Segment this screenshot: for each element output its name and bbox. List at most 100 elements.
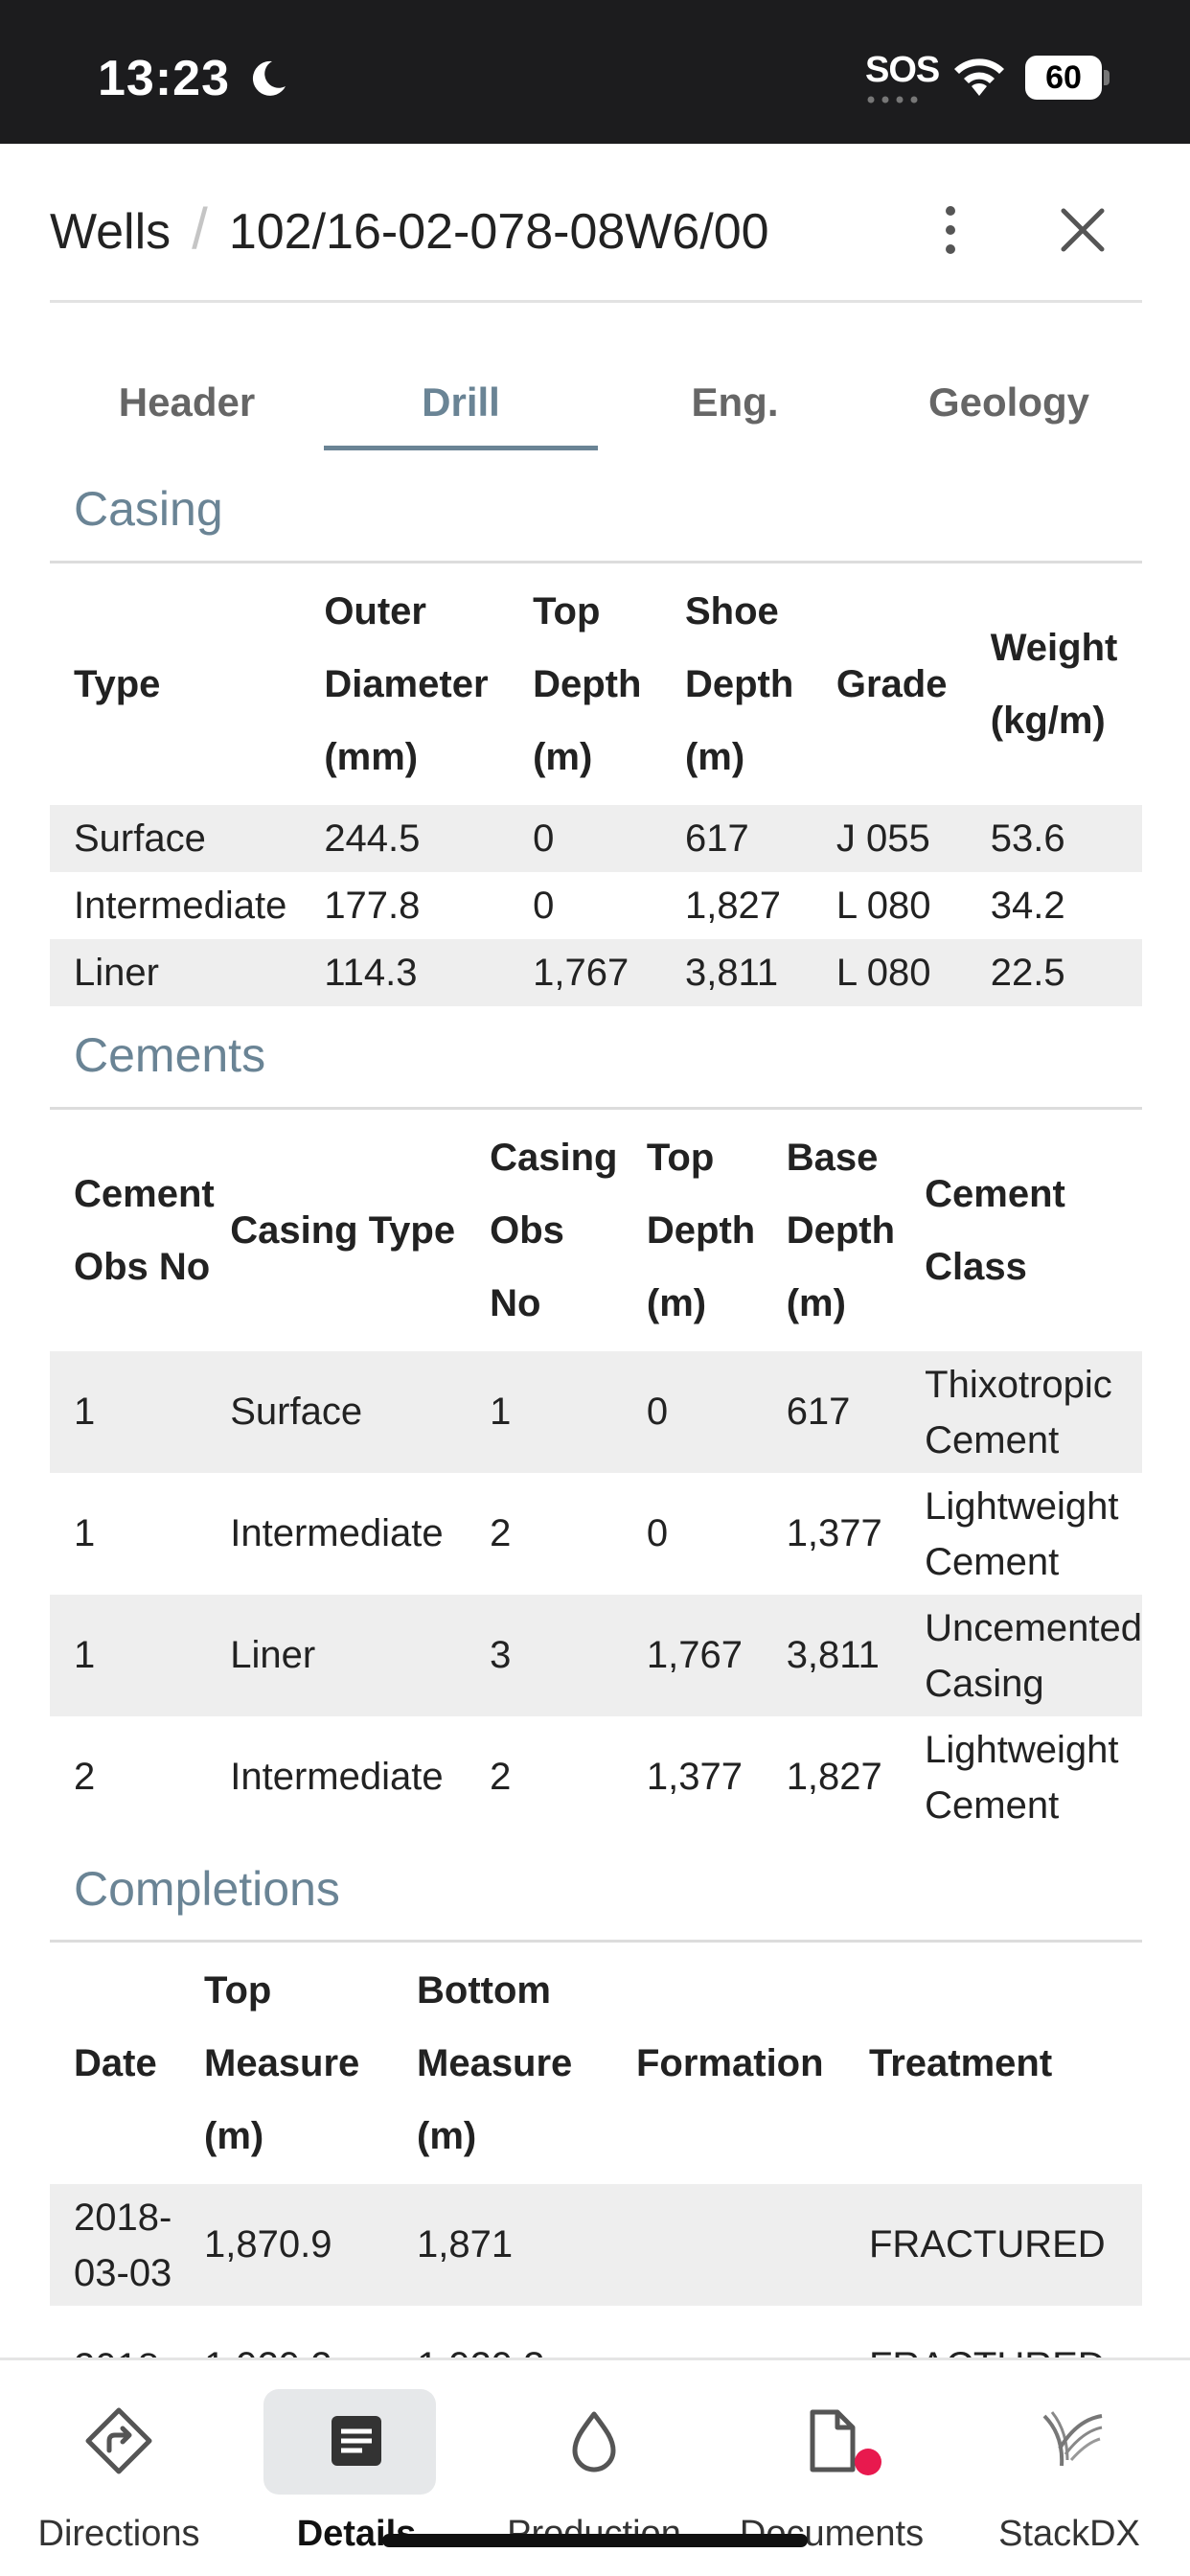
table-row: Intermediate 177.8 0 1,827 L 080 34.2	[50, 872, 1142, 939]
column-header: No	[490, 1282, 541, 1324]
column-header: Base	[786, 1137, 879, 1179]
completions-header-row: Date Top Measure (m) Bottom Measure (m) Form…	[50, 1943, 1142, 2184]
column-header: Treatment	[869, 2042, 1053, 2084]
table-cell: 34.2	[990, 884, 1065, 927]
column-header: Top	[533, 590, 601, 632]
table-row: Liner 114.3 1,767 3,811 L 080 22.5	[50, 939, 1142, 1006]
details-icon	[332, 2416, 381, 2466]
sos-indicator: SOS	[865, 50, 940, 90]
signal-dots-icon	[867, 96, 918, 104]
column-header: Measure	[417, 2042, 573, 2084]
table-cell: 1	[50, 1351, 231, 1473]
cements-table: Cement Obs No Casing Type Casing Obs No Top…	[50, 1110, 1142, 1838]
table-cell: 1,827	[786, 1756, 882, 1798]
table-cell: 1,929.3	[417, 2306, 636, 2358]
table-cell: 53.6	[990, 805, 1142, 872]
column-header: Cement	[925, 1173, 1065, 1215]
table-row: 2018- 03-03 1,870.9 1,871 FRACTURED	[50, 2184, 1142, 2306]
table-cell: 3	[490, 1595, 647, 1716]
column-header: Casing	[490, 1137, 618, 1179]
table-cell: 1,377	[646, 1756, 744, 1798]
nav-stackdx[interactable]: StackDX	[950, 2360, 1188, 2576]
table-cell: Intermediate	[74, 884, 287, 927]
stackdx-logo-icon	[1042, 2411, 1103, 2467]
table-cell: Intermediate	[230, 1512, 444, 1554]
breadcrumb-wells[interactable]: Wells	[50, 204, 171, 260]
column-header: Bottom	[417, 1969, 551, 2012]
table-cell: 617	[786, 1351, 926, 1473]
completions-table-container[interactable]: Date Top Measure (m) Bottom Measure (m) Form…	[50, 1940, 1142, 2358]
table-row: 1 Surface 1 0 617 Thixotropic Cement	[50, 1351, 1142, 1473]
nav-directions[interactable]: Directions	[0, 2360, 238, 2576]
cements-section-title: Cements	[74, 1028, 266, 1082]
table-cell: 3,811	[786, 1595, 926, 1716]
table-cell: 617	[684, 805, 836, 872]
table-cell: 1,767	[646, 1595, 787, 1716]
table-cell: Liner	[230, 1595, 491, 1716]
column-header: Date	[74, 2042, 157, 2084]
table-cell: Liner	[50, 939, 325, 1006]
table-cell: 2	[490, 1512, 512, 1554]
casing-table-container[interactable]: Type Outer Diameter (mm) Top Depth (m) Shoe D…	[50, 561, 1142, 1006]
column-header: Obs	[490, 1209, 564, 1252]
column-header: Depth	[786, 1209, 896, 1252]
table-cell: L 080	[835, 939, 991, 1006]
breadcrumb-well-id: 102/16-02-078-08W6/00	[228, 204, 769, 260]
cements-header-row: Cement Obs No Casing Type Casing Obs No Top…	[50, 1110, 1142, 1351]
column-header: Outer	[324, 590, 426, 632]
table-cell: 1	[74, 1512, 96, 1554]
table-row: 1 Intermediate 2 0 1,377 Lightweight Ceme…	[50, 1473, 1142, 1595]
more-options-icon[interactable]	[931, 201, 970, 259]
wifi-icon	[954, 58, 1004, 96]
status-bar: 13:23 SOS 60	[0, 0, 1190, 144]
column-header: Casing Type	[230, 1209, 456, 1252]
table-cell: J 055	[835, 805, 991, 872]
drop-icon	[572, 2411, 616, 2472]
table-row: 2018- 1,929.2 1,929.3 FRACTURED	[50, 2306, 1142, 2358]
column-header: (m)	[204, 2115, 264, 2157]
table-cell: Surface	[230, 1351, 491, 1473]
tab-drill[interactable]: Drill	[324, 355, 598, 450]
column-header: Depth	[533, 663, 642, 705]
table-cell: Intermediate	[230, 1756, 444, 1798]
column-header: Top	[646, 1137, 715, 1179]
column-header: (m)	[417, 2115, 477, 2157]
table-cell: 1,870.9	[204, 2184, 417, 2306]
breadcrumb: Wells / 102/16-02-078-08W6/00	[50, 196, 769, 262]
table-cell: 0	[533, 805, 685, 872]
close-icon[interactable]	[1056, 203, 1110, 257]
detail-tabs: Header Drill Eng. Geology	[50, 355, 1142, 450]
casing-table: Type Outer Diameter (mm) Top Depth (m) Shoe D…	[50, 564, 1142, 1006]
nav-label: StackDX	[998, 2514, 1140, 2554]
table-cell: 114.3	[324, 939, 534, 1006]
table-cell: 1,827	[684, 884, 782, 927]
tab-geology[interactable]: Geology	[872, 355, 1146, 450]
table-cell: 2018- 03-03	[50, 2184, 204, 2306]
casing-header-row: Type Outer Diameter (mm) Top Depth (m) Shoe D…	[50, 564, 1142, 805]
casing-section-title: Casing	[74, 482, 223, 536]
tab-header[interactable]: Header	[50, 355, 324, 450]
table-cell: 2	[490, 1756, 512, 1798]
battery-icon: 60	[1025, 56, 1110, 100]
table-cell: Thixotropic Cement	[925, 1351, 1142, 1473]
cements-table-container[interactable]: Cement Obs No Casing Type Casing Obs No Top…	[50, 1107, 1142, 1838]
table-cell: 1,929.2	[204, 2306, 417, 2358]
column-header: Diameter	[324, 663, 489, 705]
completions-table: Date Top Measure (m) Bottom Measure (m) Form…	[50, 1943, 1142, 2358]
directions-icon	[85, 2407, 152, 2474]
status-time: 13:23	[98, 51, 230, 106]
table-cell: FRACTURED	[869, 2306, 1142, 2358]
table-row: 1 Liner 3 1,767 3,811 Uncemented Casing	[50, 1595, 1142, 1716]
column-header: Shoe	[684, 590, 779, 632]
tab-eng[interactable]: Eng.	[598, 355, 872, 450]
column-header: (mm)	[324, 736, 419, 778]
detail-header: Wells / 102/16-02-078-08W6/00	[50, 144, 1142, 303]
column-header: (kg/m)	[990, 700, 1106, 742]
table-row: Surface 244.5 0 617 J 055 53.6	[50, 805, 1142, 872]
table-cell: 177.8	[324, 884, 421, 927]
moon-icon	[252, 60, 286, 96]
notification-dot	[855, 2449, 881, 2475]
table-cell: Surface	[50, 805, 325, 872]
column-header: Depth	[646, 1209, 756, 1252]
column-header: Measure	[204, 2042, 360, 2084]
